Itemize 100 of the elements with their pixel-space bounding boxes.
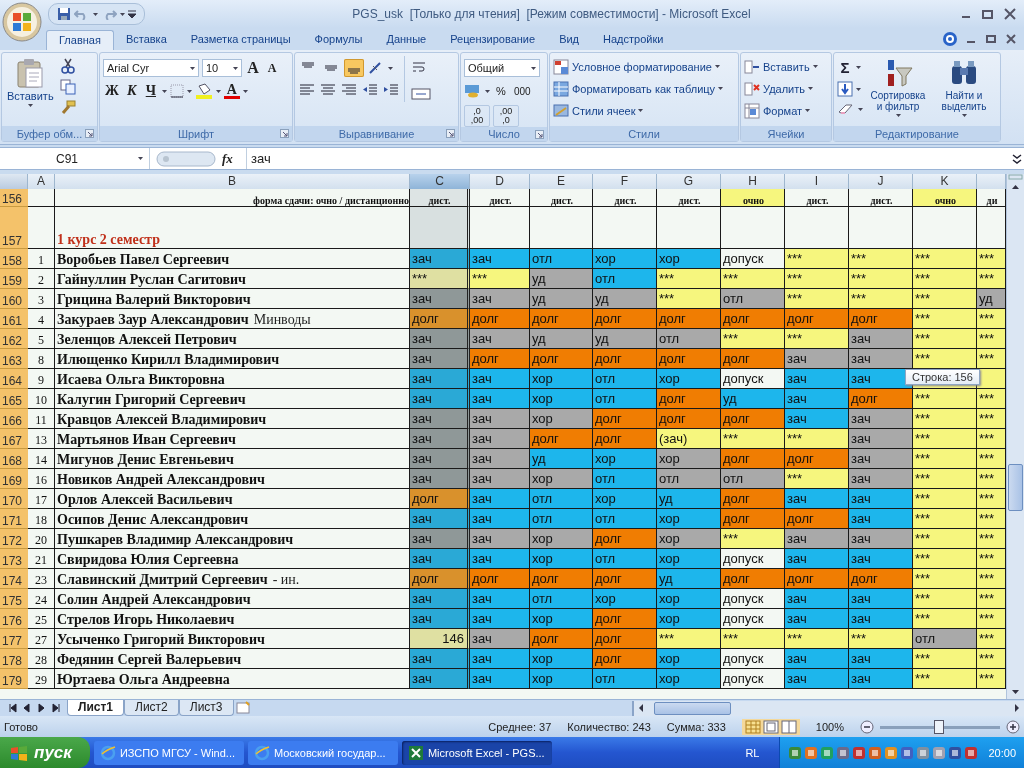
column-header[interactable]: A: [28, 174, 55, 190]
row-header[interactable]: 164: [0, 369, 28, 389]
zoom-out-icon[interactable]: [860, 719, 874, 734]
taskbar-button[interactable]: Microsoft Excel - PGS...: [401, 740, 552, 765]
zoom-slider-thumb[interactable]: [934, 719, 944, 734]
fill-down-icon[interactable]: [837, 81, 853, 97]
tray-icon[interactable]: [932, 745, 947, 760]
thousands-button[interactable]: 000: [512, 82, 533, 100]
eraser-icon[interactable]: [837, 102, 855, 116]
insert-function-button[interactable]: fx: [222, 150, 233, 167]
ribbon-tab[interactable]: Данные: [374, 30, 439, 50]
taskbar-button[interactable]: Московский государ...: [247, 740, 398, 765]
close-icon[interactable]: [1002, 7, 1018, 21]
row-header[interactable]: 168: [0, 449, 28, 469]
caret-icon[interactable]: [485, 89, 490, 93]
start-button[interactable]: пуск: [0, 737, 90, 768]
row-header[interactable]: 176: [0, 609, 28, 629]
save-icon[interactable]: [57, 7, 71, 21]
row-header[interactable]: 161: [0, 309, 28, 329]
column-header[interactable]: G: [657, 174, 721, 190]
ribbon-tab[interactable]: Главная: [46, 30, 114, 50]
caret-icon[interactable]: [808, 87, 813, 90]
dialog-launcher-icon[interactable]: [535, 129, 544, 139]
borders-icon[interactable]: [169, 84, 184, 98]
caret-icon[interactable]: [242, 89, 248, 93]
tray-icon[interactable]: [836, 745, 851, 760]
caret-icon[interactable]: [120, 12, 125, 16]
percent-button[interactable]: %: [493, 82, 509, 100]
caret-icon[interactable]: [856, 65, 861, 69]
tray-icon[interactable]: [868, 745, 883, 760]
sort-filter-button[interactable]: Сортировка и фильтр: [867, 56, 929, 119]
caret-icon[interactable]: [138, 157, 143, 160]
column-header[interactable]: H: [721, 174, 785, 190]
caret-icon[interactable]: [531, 66, 536, 70]
row-header[interactable]: 172: [0, 529, 28, 549]
column-header[interactable]: C: [410, 174, 470, 190]
ribbon-tab[interactable]: Вставка: [113, 30, 179, 50]
row-header[interactable]: 171: [0, 509, 28, 529]
align-center-icon[interactable]: [319, 82, 337, 98]
ribbon-tab[interactable]: Надстройки: [591, 30, 676, 50]
indent-decrease-icon[interactable]: [361, 82, 379, 98]
underline-button[interactable]: Ч: [142, 82, 159, 100]
row-header[interactable]: 175: [0, 589, 28, 609]
row-header[interactable]: 177: [0, 629, 28, 649]
caret-icon[interactable]: [190, 66, 195, 70]
row-header[interactable]: 159: [0, 269, 28, 289]
font-color-button[interactable]: A: [223, 83, 240, 99]
dialog-launcher-icon[interactable]: [280, 129, 289, 138]
row-header[interactable]: 162: [0, 329, 28, 349]
horizontal-scrollbar[interactable]: [632, 700, 1024, 716]
autosum-button[interactable]: Σ: [837, 58, 853, 76]
row-header[interactable]: 179: [0, 669, 28, 689]
row-header[interactable]: 165: [0, 389, 28, 409]
bold-button[interactable]: Ж: [103, 82, 121, 100]
row-header[interactable]: 170: [0, 489, 28, 509]
row-header[interactable]: 173: [0, 549, 28, 569]
page-break-icon[interactable]: [780, 719, 797, 734]
tray-icon[interactable]: [948, 745, 963, 760]
name-box[interactable]: C91: [0, 148, 150, 169]
scrollbar-thumb[interactable]: [1008, 464, 1023, 511]
caret-icon[interactable]: [895, 114, 901, 117]
zoom-in-icon[interactable]: [1006, 719, 1020, 734]
paste-button[interactable]: Вставить: [5, 56, 56, 109]
font-size-field[interactable]: 10: [202, 59, 242, 77]
last-sheet-icon[interactable]: [49, 702, 63, 714]
row-header[interactable]: 169: [0, 469, 28, 489]
cut-icon[interactable]: [59, 58, 76, 74]
copy-icon[interactable]: [59, 79, 76, 95]
align-right-icon[interactable]: [340, 82, 358, 98]
grow-font-button[interactable]: A: [245, 59, 261, 77]
find-select-button[interactable]: Найти и выделить: [933, 56, 995, 119]
caret-icon[interactable]: [961, 114, 967, 117]
restore-icon[interactable]: [984, 33, 998, 45]
taskbar-button[interactable]: ИЗСПО МГСУ - Wind...: [93, 740, 244, 765]
column-header[interactable]: J: [849, 174, 913, 190]
row-header[interactable]: 160: [0, 289, 28, 309]
row-header[interactable]: 156: [0, 189, 28, 207]
dialog-launcher-icon[interactable]: [85, 129, 94, 138]
column-header[interactable]: K: [913, 174, 977, 190]
caret-icon[interactable]: [215, 89, 221, 93]
caret-icon[interactable]: [93, 12, 98, 16]
dialog-launcher-icon[interactable]: [446, 129, 455, 138]
tray-icon[interactable]: [884, 745, 899, 760]
column-header[interactable]: D: [470, 174, 530, 190]
font-family-field[interactable]: Arial Cyr: [103, 59, 199, 77]
tray-icon[interactable]: [852, 745, 867, 760]
row-header[interactable]: 178: [0, 649, 28, 669]
ribbon-tab[interactable]: Рецензирование: [438, 30, 548, 50]
ribbon-menu-item[interactable]: Удалить: [744, 80, 818, 97]
caret-icon[interactable]: [856, 87, 861, 91]
caret-icon[interactable]: [233, 66, 238, 70]
caret-icon[interactable]: [718, 87, 724, 90]
number-format-field[interactable]: Общий: [464, 59, 540, 77]
column-header[interactable]: F: [593, 174, 657, 190]
column-header[interactable]: E: [530, 174, 593, 190]
row-header[interactable]: 163: [0, 349, 28, 369]
row-header[interactable]: 166: [0, 409, 28, 429]
tray-icon[interactable]: [964, 745, 979, 760]
vertical-scrollbar[interactable]: [1006, 174, 1024, 699]
caret-icon[interactable]: [805, 109, 811, 112]
